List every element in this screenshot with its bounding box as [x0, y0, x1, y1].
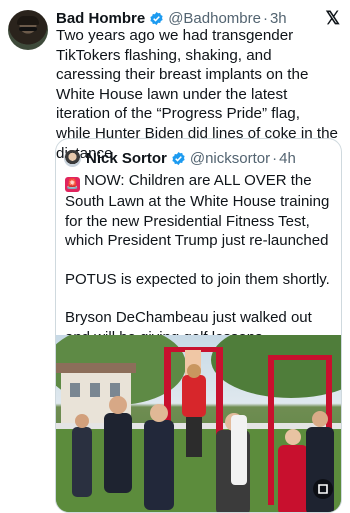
quoted-tweet-header: Nick Sortor @nicksortor · 4h — [64, 148, 296, 168]
tree-canopy — [211, 335, 341, 398]
child-legs — [186, 417, 202, 457]
building-roof — [56, 363, 136, 373]
tweet-time[interactable]: 3h — [270, 10, 287, 27]
person-white — [231, 415, 247, 485]
avatar-sunglasses — [19, 27, 37, 31]
siren-icon: 🚨 — [65, 177, 80, 192]
quoted-tweet[interactable]: Nick Sortor @nicksortor · 4h 🚨 NOW: Child… — [55, 138, 342, 513]
quoted-tweet-time[interactable]: 4h — [279, 150, 296, 167]
verified-badge-icon — [150, 11, 163, 25]
quoted-paragraph-1-text: NOW: Children are ALL OVER the South Law… — [65, 172, 330, 249]
quoted-paragraph-1: 🚨 NOW: Children are ALL OVER the South La… — [65, 171, 335, 251]
quoted-video[interactable] — [56, 335, 341, 512]
person-red-shirt — [278, 445, 308, 512]
verified-badge-icon — [172, 151, 185, 165]
building-window — [70, 383, 80, 397]
person-head — [109, 396, 127, 414]
person-head — [285, 429, 301, 445]
video-control-icon[interactable] — [313, 479, 333, 499]
video-frame — [56, 335, 341, 512]
building-window — [90, 383, 100, 397]
child-head — [187, 364, 201, 378]
person-head — [312, 411, 328, 427]
person-head — [150, 404, 168, 422]
quoted-author-handle[interactable]: @nicksortor — [190, 150, 270, 167]
tweet-header: Bad Hombre @Badhombre · 3h — [56, 8, 340, 28]
avatar-hat — [17, 16, 39, 25]
author-name[interactable]: Bad Hombre — [56, 10, 145, 27]
author-handle[interactable]: @Badhombre — [168, 10, 261, 27]
person-suit — [306, 427, 334, 512]
separator-dot: · — [262, 9, 268, 27]
quoted-author-name[interactable]: Nick Sortor — [86, 150, 167, 167]
pullup-bar-post — [268, 355, 274, 505]
video-control-glyph — [318, 484, 328, 494]
quoted-tweet-text: 🚨 NOW: Children are ALL OVER the South La… — [65, 171, 335, 347]
author-avatar[interactable] — [8, 10, 48, 50]
child-shirt — [182, 375, 206, 417]
person-suit — [104, 413, 132, 493]
quoted-author-avatar[interactable] — [64, 149, 81, 167]
person-suit — [72, 427, 92, 497]
building-window — [110, 383, 120, 397]
quoted-paragraph-2: POTUS is expected to join them shortly. — [65, 270, 330, 288]
pullup-bar-top — [268, 355, 332, 360]
person-suit — [144, 420, 174, 510]
separator-dot: · — [272, 149, 278, 167]
person-head — [75, 414, 89, 428]
